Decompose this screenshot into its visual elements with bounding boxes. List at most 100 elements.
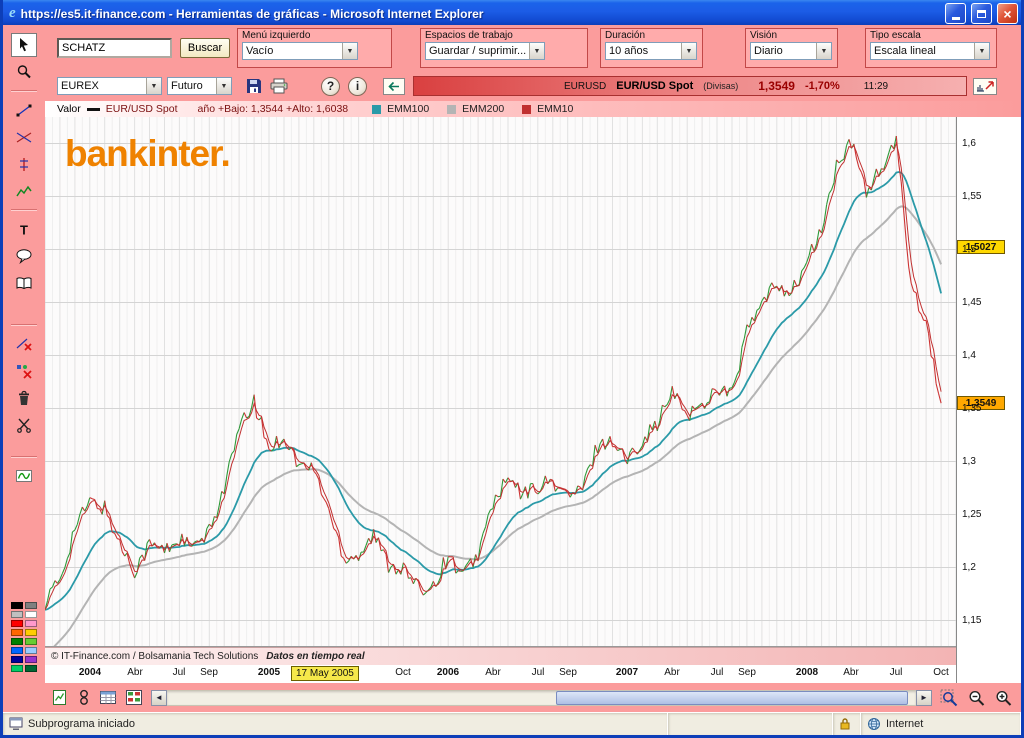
quote-price: 1,3549 [758, 79, 795, 93]
palette-swatch[interactable] [25, 665, 37, 672]
palette-swatch[interactable] [11, 665, 23, 672]
window-title: https://es5.it-finance.com - Herramienta… [21, 7, 940, 21]
back-button[interactable] [383, 78, 405, 95]
search-input[interactable] [57, 38, 172, 58]
applet-icon [9, 717, 23, 731]
dropdown-arrow-icon[interactable]: ▼ [216, 78, 231, 94]
delete-trendlines-tool[interactable] [11, 332, 37, 356]
notes-tool[interactable] [11, 271, 37, 295]
popout-button[interactable] [973, 78, 997, 95]
zoom-select-button[interactable] [940, 689, 959, 707]
pointer-icon [16, 37, 32, 53]
dropdown-arrow-icon[interactable]: ▼ [146, 78, 161, 94]
legend-emm200: EMM200 [462, 103, 504, 115]
scroll-right-button[interactable]: ► [916, 690, 932, 706]
palette-swatch[interactable] [11, 611, 23, 618]
trendline-icon [15, 103, 33, 118]
chart-area: bankinter. © IT-Finance.com / Bolsamania… [45, 117, 1021, 683]
palette-swatch[interactable] [25, 638, 37, 645]
dropdown-arrow-icon[interactable]: ▼ [342, 43, 357, 59]
instrument-select[interactable]: Futuro ▼ [167, 77, 232, 95]
x-axis-label: 2006 [437, 667, 459, 678]
zoom-in-icon [994, 689, 1013, 707]
market-value: EUREX [58, 80, 146, 92]
scroll-thumb[interactable] [556, 691, 908, 705]
palette-swatch[interactable] [11, 638, 23, 645]
palette-swatch[interactable] [11, 647, 23, 654]
palette-swatch[interactable] [25, 647, 37, 654]
duration-value: 10 años [606, 45, 681, 57]
quote-board-button[interactable] [125, 689, 143, 706]
dropdown-arrow-icon[interactable]: ▼ [974, 43, 989, 59]
search-button[interactable]: Buscar [180, 38, 230, 58]
vertical-line-tool[interactable] [11, 152, 37, 176]
cut-tool[interactable] [11, 413, 37, 437]
palette-swatch[interactable] [25, 602, 37, 609]
duration-select[interactable]: 10 años ▼ [605, 42, 697, 60]
palette-swatch[interactable] [25, 611, 37, 618]
info-button[interactable]: i [348, 77, 367, 96]
pointer-tool[interactable] [11, 33, 37, 57]
zone-cell: Internet [861, 713, 1021, 735]
help-button[interactable]: ? [321, 77, 340, 96]
horizontal-scrollbar[interactable]: ◄ ► [151, 690, 932, 706]
emm100-swatch [372, 105, 381, 114]
text-tool[interactable]: T [11, 217, 37, 241]
emm10-swatch [522, 105, 531, 114]
menu-left-panel: Menú izquierdo Vacío ▼ [237, 28, 392, 68]
link-charts-button[interactable] [77, 689, 91, 706]
chart-plot[interactable]: bankinter. [45, 117, 956, 647]
zoom-in-button[interactable] [994, 689, 1013, 707]
palette-swatch[interactable] [25, 629, 37, 636]
x-axis-label: 2004 [79, 667, 101, 678]
zigzag-tool[interactable] [11, 179, 37, 203]
callout-tool[interactable] [11, 244, 37, 268]
trendline-tool[interactable] [11, 98, 37, 122]
x-axis-label: Jul [173, 667, 186, 678]
new-chart-icon [51, 689, 69, 706]
x-axis-label: Jul [890, 667, 903, 678]
new-chart-button[interactable] [51, 689, 69, 706]
scroll-left-button[interactable]: ◄ [151, 690, 167, 706]
dropdown-arrow-icon[interactable]: ▼ [816, 43, 831, 59]
cross-lines-tool[interactable] [11, 125, 37, 149]
title-bar[interactable]: e https://es5.it-finance.com - Herramien… [3, 0, 1021, 25]
vertical-line-icon [15, 157, 33, 172]
legend-year-range: año +Bajo: 1,3544 +Alto: 1,6038 [198, 103, 349, 115]
print-button[interactable] [269, 78, 289, 94]
market-select[interactable]: EUREX ▼ [57, 77, 162, 95]
save-button[interactable] [246, 78, 262, 94]
dropdown-arrow-icon[interactable]: ▼ [529, 43, 544, 59]
palette-swatch[interactable] [11, 602, 23, 609]
indicator-tool[interactable] [11, 464, 37, 488]
palette-swatch[interactable] [25, 656, 37, 663]
data-table-button[interactable] [99, 689, 117, 706]
plot-column: bankinter. © IT-Finance.com / Bolsamania… [45, 117, 956, 683]
bankinter-logo: bankinter. [65, 133, 230, 175]
palette-swatch[interactable] [11, 656, 23, 663]
scale-select[interactable]: Escala lineal ▼ [870, 42, 990, 60]
workspaces-select[interactable]: Guardar / suprimir... ▼ [425, 42, 545, 60]
price-chart[interactable] [45, 117, 956, 647]
scroll-track[interactable] [167, 690, 916, 706]
restore-button[interactable] [971, 3, 992, 24]
back-arrow-icon [383, 78, 405, 95]
y-axis[interactable]: 1,5027 1,3549 1,61,551,51,451,41,351,31,… [956, 117, 1021, 683]
palette-swatch[interactable] [11, 629, 23, 636]
palette-swatch[interactable] [11, 620, 23, 627]
trash-tool[interactable] [11, 386, 37, 410]
toolbar-separator [11, 209, 37, 211]
zoom-out-button[interactable] [967, 689, 986, 707]
zoom-tool[interactable] [11, 60, 37, 84]
dropdown-arrow-icon[interactable]: ▼ [681, 43, 696, 59]
toolbar-separator [11, 456, 37, 458]
delete-objects-tool[interactable] [11, 359, 37, 383]
toolbar-separator [11, 324, 37, 326]
quote-category: (Divisas) [703, 81, 738, 91]
view-select[interactable]: Diario ▼ [750, 42, 832, 60]
wave-indicator-icon [15, 468, 33, 484]
close-button[interactable]: × [997, 3, 1018, 24]
minimize-button[interactable] [945, 3, 966, 24]
palette-swatch[interactable] [25, 620, 37, 627]
menu-left-select[interactable]: Vacío ▼ [242, 42, 358, 60]
